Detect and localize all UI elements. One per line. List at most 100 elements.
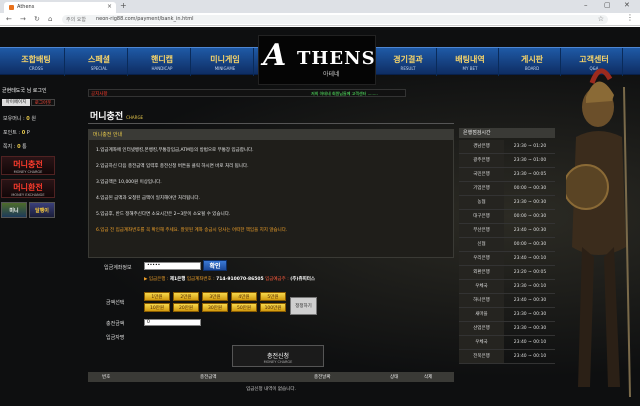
welcome-text: 균현테도국 님 로그인 bbox=[2, 88, 47, 94]
security-warning[interactable]: 주의 요함 bbox=[66, 16, 86, 23]
account-number: 714-910070-86505 bbox=[216, 277, 264, 282]
col-delete: 삭제 bbox=[424, 375, 433, 380]
bank-time: 23:30 ~ 00:30 bbox=[513, 326, 547, 331]
info-line: 3.입금액은 10,000원 이상입니다. bbox=[96, 180, 162, 185]
new-tab-button[interactable]: + bbox=[120, 1, 127, 10]
bank-time: 23:30 ~ 01:00 bbox=[513, 158, 547, 163]
holder-prefix: 입금예금주 : bbox=[265, 277, 289, 282]
logo-letter: A bbox=[263, 38, 286, 73]
bank-time: 23:40 ~ 00:10 bbox=[513, 354, 547, 359]
tab-title: Athens bbox=[17, 4, 35, 10]
reset-amount-button[interactable]: 정정하기 bbox=[290, 297, 317, 315]
amount-button-100[interactable]: 100만원 bbox=[260, 303, 286, 312]
webpage: 조합배팅 CROSS 스페셜 SPECIAL 핸디캡 HANDICAP 미니게임 MIN… bbox=[0, 27, 640, 406]
minigame-thumb[interactable]: 미니 bbox=[1, 202, 27, 218]
spartan-warrior-illustration bbox=[566, 68, 631, 398]
bank-row: 국민은행 23:30 ~ 00:05 bbox=[459, 168, 555, 182]
reload-icon[interactable]: ↻ bbox=[34, 15, 40, 23]
nav-sublabel: CROSS bbox=[29, 66, 43, 71]
amount-button-4[interactable]: 4만원 bbox=[231, 292, 257, 301]
nav-handicap[interactable]: 핸디캡 HANDICAP bbox=[134, 48, 191, 76]
nav-mybet[interactable]: 배팅내역 MY BET bbox=[442, 48, 499, 76]
nav-sublabel: BOARD bbox=[524, 66, 540, 71]
nav-sublabel: RESULT bbox=[400, 66, 416, 71]
deposit-menu-sublabel: MONEY CHARGE bbox=[13, 170, 43, 174]
amount-button-5[interactable]: 5만원 bbox=[260, 292, 286, 301]
notice-label: 공지사항 bbox=[91, 92, 108, 97]
amount-button-2[interactable]: 2만원 bbox=[173, 292, 199, 301]
bookmark-star-icon[interactable]: ☆ bbox=[598, 15, 604, 23]
nav-minigame[interactable]: 미니게임 MINIGAME bbox=[197, 48, 254, 76]
submit-charge-button[interactable]: 충전신청 MONEY CHARGE bbox=[232, 345, 324, 367]
confirm-button[interactable]: 확인 bbox=[203, 260, 227, 271]
logout-button[interactable]: 로그아웃 bbox=[31, 99, 55, 106]
snail-game-thumb[interactable]: 달팽이 bbox=[29, 202, 55, 218]
nav-special[interactable]: 스페셜 SPECIAL bbox=[71, 48, 128, 76]
tab-close-icon[interactable]: × bbox=[107, 3, 112, 10]
page-title: 머니충전 CHARGE bbox=[90, 109, 143, 122]
amount-button-50[interactable]: 50만원 bbox=[231, 303, 257, 312]
nav-cross[interactable]: 조합배팅 CROSS bbox=[8, 48, 65, 76]
money-value: 0 bbox=[26, 116, 30, 122]
back-icon[interactable]: ← bbox=[6, 15, 12, 23]
note-value: 0 bbox=[17, 144, 21, 150]
address-toolbar: ← → ↻ ⌂ 주의 요함 neon-rig88.com/payment/ban… bbox=[0, 13, 640, 26]
site-favicon-icon bbox=[9, 5, 14, 10]
logo-text: THENS bbox=[297, 48, 376, 69]
depositor-input[interactable]: ••••• bbox=[144, 262, 201, 270]
nav-sublabel: MINIGAME bbox=[214, 66, 236, 71]
history-table-header: 번호 충전금액 충전날짜 상태 삭제 bbox=[88, 372, 454, 382]
bank-name: 산업은행 bbox=[459, 322, 504, 335]
withdraw-menu-button[interactable]: 머니환전 MONEY EXCHANGE bbox=[1, 179, 55, 198]
col-status: 상태 bbox=[390, 375, 399, 380]
bank-row: 우체국 23:40 ~ 00:10 bbox=[459, 336, 555, 350]
amount-label: 충전금액 bbox=[106, 321, 125, 327]
browser-tab-strip: Athens × + – ▢ ✕ bbox=[0, 0, 640, 13]
submit-label: 충전신청 bbox=[266, 353, 290, 360]
nav-result[interactable]: 경기결과 RESULT bbox=[380, 48, 437, 76]
nav-board[interactable]: 게시판 BOARD bbox=[504, 48, 561, 76]
home-icon[interactable]: ⌂ bbox=[48, 15, 52, 23]
browser-tab[interactable]: Athens × bbox=[4, 2, 116, 13]
bank-time: 23:30 ~ 00:10 bbox=[513, 284, 547, 289]
bank-name: 기업은행 bbox=[459, 182, 504, 195]
url-bar[interactable]: 주의 요함 neon-rig88.com/payment/bank_in.htm… bbox=[62, 15, 608, 24]
memo-label: 입금자명 bbox=[106, 335, 125, 341]
bank-name: 국민은행 bbox=[459, 168, 504, 181]
forward-icon[interactable]: → bbox=[20, 15, 26, 23]
window-close-icon[interactable]: ✕ bbox=[624, 1, 630, 9]
bank-time: 23:40 ~ 00:30 bbox=[513, 228, 547, 233]
minimize-icon[interactable]: – bbox=[584, 1, 588, 9]
amount-button-20[interactable]: 20만원 bbox=[173, 303, 199, 312]
col-number: 번호 bbox=[102, 375, 111, 380]
mypage-button[interactable]: 마이페이지 bbox=[2, 99, 30, 106]
nav-sublabel: MY BET bbox=[462, 66, 478, 71]
nav-sublabel: SPECIAL bbox=[90, 66, 108, 71]
logo-subtext: 아테네 bbox=[323, 71, 340, 78]
bank-row: 기업은행 00:00 ~ 00:30 bbox=[459, 182, 555, 196]
note-row[interactable]: 쪽지 : 0 통 bbox=[3, 143, 27, 150]
amount-button-1[interactable]: 1만원 bbox=[144, 292, 170, 301]
bank-time: 23:30 ~ 00:30 bbox=[513, 200, 547, 205]
url-text[interactable]: neon-rig88.com/payment/bank_in.html bbox=[96, 16, 194, 22]
money-unit: 원 bbox=[31, 116, 36, 122]
amount-input[interactable]: 0 bbox=[144, 319, 201, 326]
athens-logo[interactable]: A THENS 아테네 bbox=[258, 35, 376, 85]
amount-button-10[interactable]: 10만원 bbox=[144, 303, 170, 312]
amount-button-30[interactable]: 30만원 bbox=[202, 303, 228, 312]
browser-menu-icon[interactable]: ⋮ bbox=[626, 13, 634, 22]
nav-label: 스페셜 bbox=[87, 55, 111, 64]
note-unit: 통 bbox=[22, 144, 27, 150]
account-prefix: 입금계좌번호 : bbox=[186, 277, 215, 282]
notice-marquee[interactable]: 저희 아테네 회원님들께 고객센터 ........ bbox=[311, 91, 378, 97]
user-sidebar: 균현테도국 님 로그인 마이페이지 로그아웃 보유머니 : 0 원 포인트 : … bbox=[0, 84, 57, 244]
maximize-icon[interactable]: ▢ bbox=[604, 1, 611, 9]
amount-button-3[interactable]: 3만원 bbox=[202, 292, 228, 301]
nav-label: 경기결과 bbox=[393, 55, 423, 64]
bank-name: 광주은행 bbox=[459, 154, 504, 167]
bank-time: 23:30 ~ 00:05 bbox=[513, 172, 547, 177]
bank-row: 경남은행 23:30 ~ 01:20 bbox=[459, 140, 555, 154]
bank-row: 전북은행 23:40 ~ 00:10 bbox=[459, 350, 555, 364]
deposit-menu-button[interactable]: 머니충전 MONEY CHARGE bbox=[1, 156, 55, 175]
point-unit: P bbox=[26, 130, 30, 136]
